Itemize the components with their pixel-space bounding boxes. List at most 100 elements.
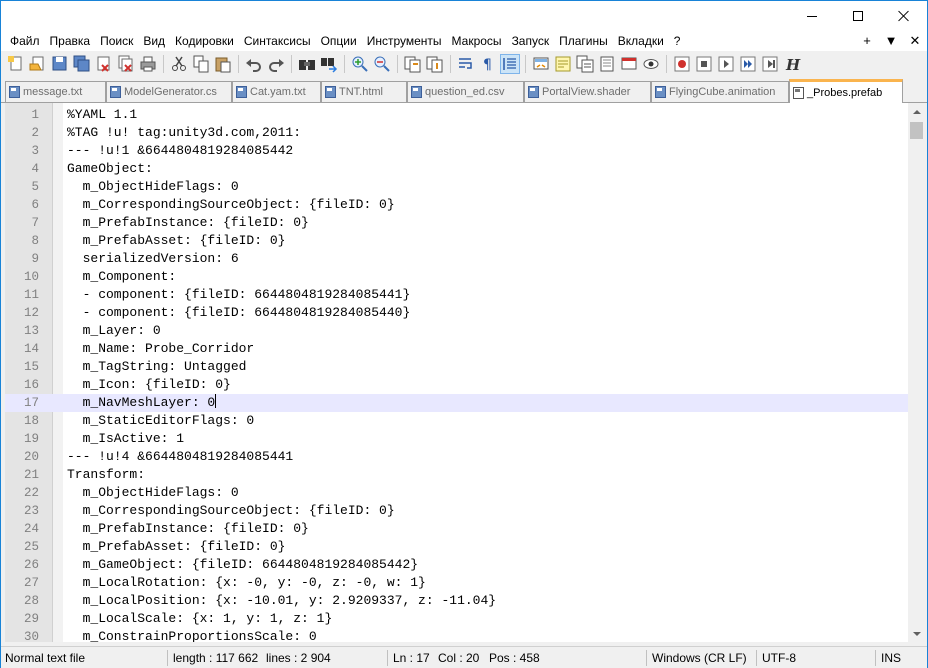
tab-portalview-shader[interactable]: PortalView.shader (524, 81, 651, 102)
undo-icon[interactable] (245, 55, 263, 73)
close-file-icon[interactable] (95, 55, 113, 73)
doc-list-icon[interactable] (620, 55, 638, 73)
paste-icon[interactable] (214, 55, 232, 73)
minimize-button[interactable] (789, 1, 835, 31)
editor-line[interactable]: 1 %YAML 1.1 (5, 106, 908, 124)
menu-encoding[interactable]: Кодировки (170, 31, 239, 51)
editor-line[interactable]: 29 m_LocalScale: {x: 1, y: 1, z: 1} (5, 610, 908, 628)
replace-icon[interactable] (320, 55, 338, 73)
menu-tools[interactable]: Инструменты (362, 31, 447, 51)
status-insert-mode[interactable]: INS (881, 650, 901, 666)
record-macro-icon[interactable] (673, 55, 691, 73)
run-macro-multiple-icon[interactable] (739, 55, 757, 73)
word-wrap-icon[interactable] (457, 55, 475, 73)
scrollbar-thumb[interactable] (910, 122, 923, 139)
scroll-down-button[interactable] (908, 625, 925, 642)
status-bar: Normal text file length : 117 662 lines … (1, 646, 927, 668)
spell-check-icon[interactable]: H (783, 55, 801, 74)
scroll-up-button[interactable] (908, 103, 925, 120)
menu-window[interactable]: Вкладки (613, 31, 669, 51)
print-icon[interactable] (139, 55, 157, 73)
save-macro-icon[interactable] (761, 55, 779, 73)
editor-line[interactable]: 2 %TAG !u! tag:unity3d.com,2011: (5, 124, 908, 142)
indent-guide-icon[interactable] (500, 54, 520, 74)
menu-language[interactable]: Синтаксисы (239, 31, 316, 51)
vertical-scrollbar[interactable] (908, 103, 925, 642)
menu-search[interactable]: Поиск (95, 31, 138, 51)
menu-help[interactable]: ? (669, 31, 686, 51)
editor-line[interactable]: 30 m_ConstrainProportionsScale: 0 (5, 628, 908, 642)
editor-line[interactable]: 5 m_ObjectHideFlags: 0 (5, 178, 908, 196)
editor-line[interactable]: 16 m_Icon: {fileID: 0} (5, 376, 908, 394)
tab-message-txt[interactable]: message.txt (5, 81, 106, 102)
sync-h-icon[interactable] (426, 55, 444, 73)
open-file-icon[interactable] (29, 55, 47, 73)
copy-icon[interactable] (192, 55, 210, 73)
editor-line[interactable]: 25 m_PrefabAsset: {fileID: 0} (5, 538, 908, 556)
menu-macro[interactable]: Макросы (447, 31, 507, 51)
editor-line[interactable]: 18 m_StaticEditorFlags: 0 (5, 412, 908, 430)
monitoring-icon[interactable] (642, 55, 660, 73)
editor-line[interactable]: 3 --- !u!1 &6644804819284085442 (5, 142, 908, 160)
tab-cat-yam-txt[interactable]: Cat.yam.txt (232, 81, 321, 102)
menu-settings[interactable]: Опции (316, 31, 362, 51)
editor-line[interactable]: 8 m_PrefabAsset: {fileID: 0} (5, 232, 908, 250)
redo-icon[interactable] (267, 55, 285, 73)
menu-file[interactable]: Файл (5, 31, 45, 51)
zoom-out-icon[interactable] (373, 55, 391, 73)
editor-line[interactable]: 20 --- !u!4 &6644804819284085441 (5, 448, 908, 466)
editor-line[interactable]: 27 m_LocalRotation: {x: -0, y: -0, z: -0… (5, 574, 908, 592)
editor-line[interactable]: 22 m_ObjectHideFlags: 0 (5, 484, 908, 502)
close-window-button[interactable] (881, 1, 927, 31)
lang-icon[interactable] (532, 55, 550, 73)
maximize-button[interactable] (835, 1, 881, 31)
status-encoding[interactable]: UTF-8 (762, 650, 796, 666)
text-editor[interactable]: 1 %YAML 1.1 2 %TAG !u! tag:unity3d.com,2011… (5, 103, 908, 642)
editor-line[interactable]: 14 m_Name: Probe_Corridor (5, 340, 908, 358)
editor-line[interactable]: 10 m_Component: (5, 268, 908, 286)
tab-flyingcube-animation[interactable]: FlyingCube.animation (651, 81, 789, 102)
close-all-icon[interactable] (117, 55, 135, 73)
editor-line[interactable]: 24 m_PrefabInstance: {fileID: 0} (5, 520, 908, 538)
tab-probes-prefab[interactable]: _Probes.prefab (789, 79, 903, 103)
menu-view[interactable]: Вид (138, 31, 170, 51)
tab-modelgenerator-cs[interactable]: ModelGenerator.cs (106, 81, 232, 102)
new-tab-button[interactable]: + (855, 31, 879, 51)
sync-v-icon[interactable] (404, 55, 422, 73)
cut-icon[interactable] (170, 55, 188, 73)
show-all-chars-icon[interactable]: ¶ (479, 55, 497, 73)
editor-line[interactable]: 23 m_CorrespondingSourceObject: {fileID:… (5, 502, 908, 520)
editor-line[interactable]: 11 - component: {fileID: 664480481928408… (5, 286, 908, 304)
editor-line[interactable]: 12 - component: {fileID: 664480481928408… (5, 304, 908, 322)
save-icon[interactable] (51, 55, 69, 73)
editor-line[interactable]: 13 m_Layer: 0 (5, 322, 908, 340)
new-file-icon[interactable] (7, 55, 25, 73)
editor-line[interactable]: 26 m_GameObject: {fileID: 66448048192840… (5, 556, 908, 574)
find-icon[interactable] (298, 55, 316, 73)
doc-map-icon[interactable] (554, 55, 572, 73)
tab-list-button[interactable]: ▼ (879, 31, 903, 51)
editor-line[interactable]: 4 GameObject: (5, 160, 908, 178)
editor-line[interactable]: 15 m_TagString: Untagged (5, 358, 908, 376)
editor-line[interactable]: 9 serializedVersion: 6 (5, 250, 908, 268)
editor-line[interactable]: 21 Transform: (5, 466, 908, 484)
stop-record-icon[interactable] (695, 55, 713, 73)
menu-edit[interactable]: Правка (45, 31, 96, 51)
close-doc-button[interactable]: ✕ (903, 31, 927, 51)
zoom-in-icon[interactable] (351, 55, 369, 73)
editor-line[interactable]: 17 m_NavMeshLayer: 0 (5, 394, 908, 412)
line-text: - component: {fileID: 664480481928408544… (67, 287, 411, 302)
editor-line[interactable]: 7 m_PrefabInstance: {fileID: 0} (5, 214, 908, 232)
function-list-icon[interactable] (576, 55, 594, 73)
editor-line[interactable]: 28 m_LocalPosition: {x: -10.01, y: 2.920… (5, 592, 908, 610)
status-eol[interactable]: Windows (CR LF) (652, 650, 747, 666)
editor-line[interactable]: 19 m_IsActive: 1 (5, 430, 908, 448)
save-all-icon[interactable] (73, 55, 91, 73)
menu-plugins[interactable]: Плагины (554, 31, 613, 51)
play-macro-icon[interactable] (717, 55, 735, 73)
tab-tnt-html[interactable]: TNT.html (321, 81, 407, 102)
folder-workspace-icon[interactable] (598, 55, 616, 73)
editor-line[interactable]: 6 m_CorrespondingSourceObject: {fileID: … (5, 196, 908, 214)
menu-run[interactable]: Запуск (507, 31, 555, 51)
tab-question-ed-csv[interactable]: question_ed.csv (407, 81, 524, 102)
